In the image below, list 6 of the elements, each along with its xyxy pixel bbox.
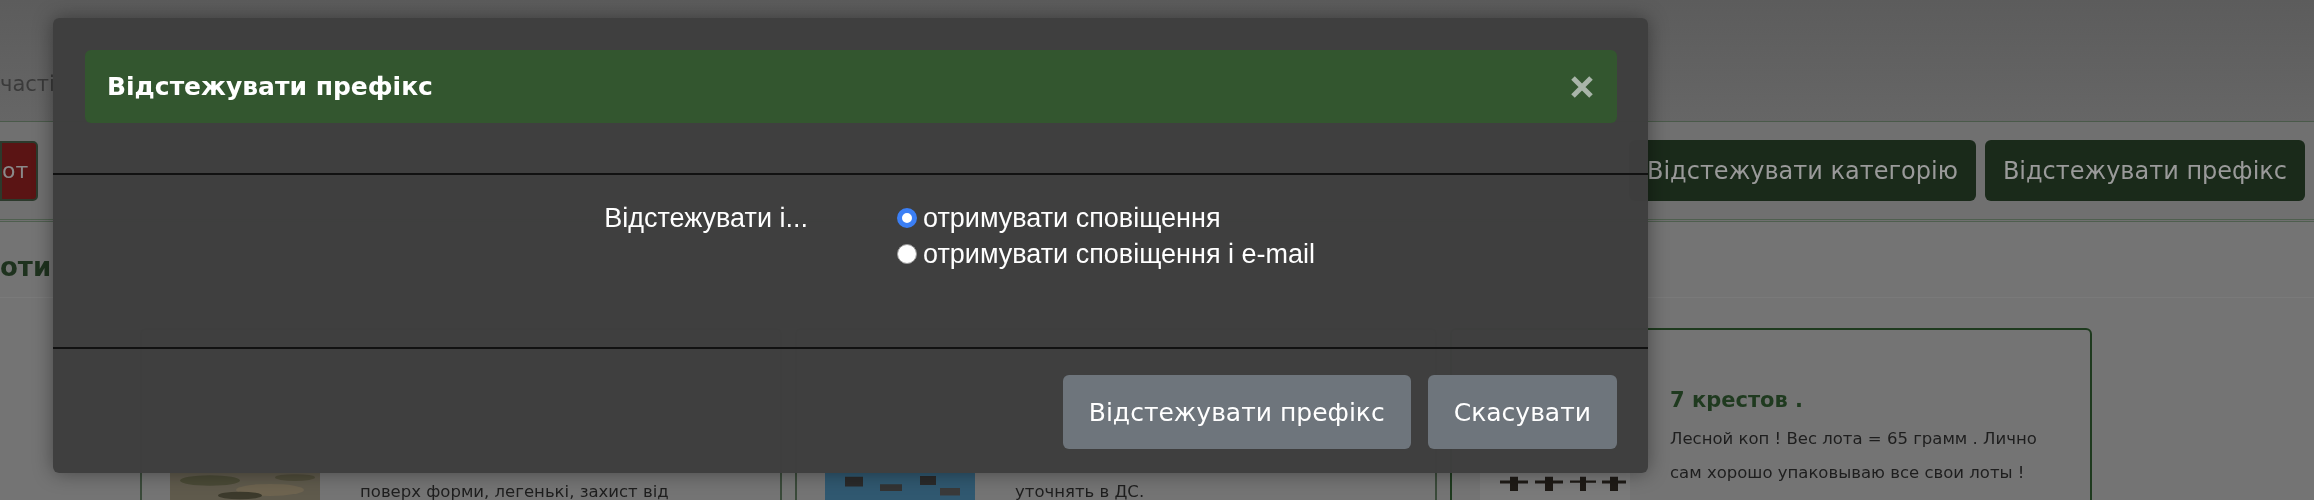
lot-description: поверх форми, легенькі, захист від	[360, 481, 670, 500]
lot-description: уточнять в ДС.	[1015, 481, 1146, 500]
field-label: Відстежувати і...	[603, 203, 808, 233]
section-heading: оти	[0, 252, 52, 282]
dialog-title: Відстежувати префікс	[107, 72, 433, 101]
lot-description: Лесной коп ! Вес лота = 65 грамм . Лично сам хорошо упаковываю все свои лоты !	[1670, 428, 2038, 484]
